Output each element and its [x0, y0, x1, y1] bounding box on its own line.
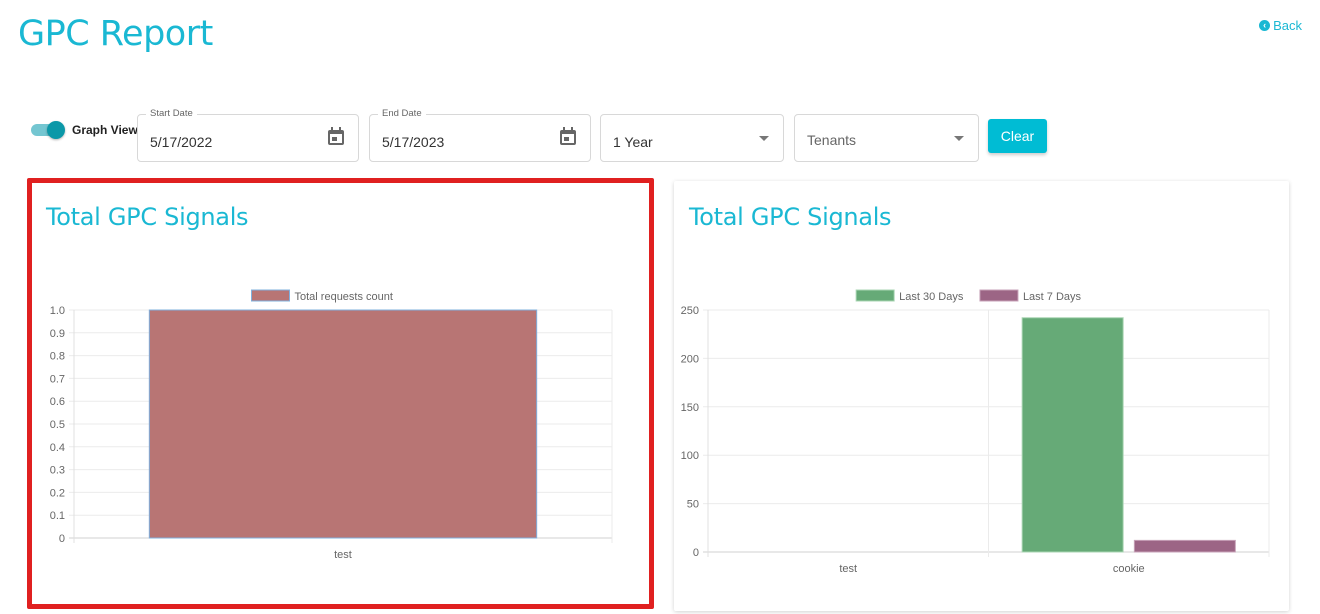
- y-tick-label: 0.6: [50, 396, 65, 408]
- y-tick-label: 0.2: [50, 487, 65, 499]
- y-tick-label: 0.4: [50, 442, 65, 454]
- end-date-field[interactable]: End Date 5/17/2023: [369, 108, 591, 162]
- start-date-label: Start Date: [146, 108, 197, 119]
- end-date-value[interactable]: 5/17/2023: [382, 134, 444, 150]
- y-tick-label: 0.1: [50, 510, 65, 522]
- y-tick-label: 0: [59, 533, 65, 545]
- tenants-select[interactable]: Tenants: [794, 114, 979, 162]
- legend-swatch: [251, 289, 290, 302]
- legend-label: Total requests count: [295, 291, 393, 303]
- bar-chart-total-requests: 0 0.1 0.2 0.3 0.4 0.5 0.6 0.7 0.8 0.9 1.0 test Total…: [50, 289, 613, 561]
- y-tick-label: 200: [681, 353, 699, 365]
- start-date-field[interactable]: Start Date 5/17/2022: [137, 108, 359, 162]
- period-value: 1 Year: [613, 134, 653, 150]
- legend-label: Last 7 Days: [1023, 291, 1082, 303]
- back-link[interactable]: ‹ Back: [1259, 18, 1302, 33]
- chevron-down-icon[interactable]: [954, 136, 964, 141]
- chart-card-total-requests: Total GPC Signals 0 0.1 0.2 0.3 0.4 0.5 0.6 0.7…: [27, 178, 654, 609]
- bar-chart-signals-period: 0 50 100 150 200 250 test cookie Last 30 Days Las…: [681, 289, 1270, 575]
- legend-label: Last 30 Days: [899, 291, 964, 303]
- y-tick-label: 0.5: [50, 419, 65, 431]
- bar-last-30-days: [1021, 317, 1124, 553]
- back-label: Back: [1273, 18, 1302, 33]
- graph-view-label: Graph View: [72, 123, 138, 137]
- clear-button[interactable]: Clear: [988, 119, 1047, 153]
- x-tick-label: cookie: [1113, 563, 1145, 575]
- y-tick-label: 0.3: [50, 465, 65, 477]
- period-select[interactable]: 1 Year: [600, 114, 784, 162]
- y-tick-label: 250: [681, 305, 699, 317]
- chart-card-signals-period: Total GPC Signals 0 50 100 150 200 250 test coo…: [674, 181, 1289, 611]
- y-tick-label: 50: [687, 499, 699, 511]
- legend-swatch: [979, 289, 1019, 302]
- legend-swatch: [855, 289, 895, 302]
- x-tick-label: test: [334, 549, 352, 561]
- toggle-thumb[interactable]: [47, 121, 65, 139]
- page-title: GPC Report: [18, 14, 213, 54]
- chevron-left-circle-icon: ‹: [1259, 20, 1271, 31]
- graph-view-toggle[interactable]: [31, 121, 67, 139]
- end-date-label: End Date: [378, 108, 426, 119]
- y-tick-label: 0.8: [50, 351, 65, 363]
- bar-total-requests-count: [148, 309, 538, 539]
- calendar-icon[interactable]: [328, 127, 344, 145]
- y-tick-label: 100: [681, 450, 699, 462]
- chevron-down-icon[interactable]: [759, 136, 769, 141]
- x-tick-label: test: [839, 563, 857, 575]
- bar-last-7-days: [1133, 539, 1236, 553]
- y-tick-label: 0.9: [50, 328, 65, 340]
- y-tick-label: 150: [681, 402, 699, 414]
- calendar-icon[interactable]: [560, 127, 576, 145]
- start-date-value[interactable]: 5/17/2022: [150, 134, 212, 150]
- y-tick-label: 1.0: [50, 305, 65, 317]
- tenants-placeholder: Tenants: [807, 132, 857, 148]
- y-tick-label: 0: [693, 547, 699, 559]
- y-tick-label: 0.7: [50, 373, 65, 385]
